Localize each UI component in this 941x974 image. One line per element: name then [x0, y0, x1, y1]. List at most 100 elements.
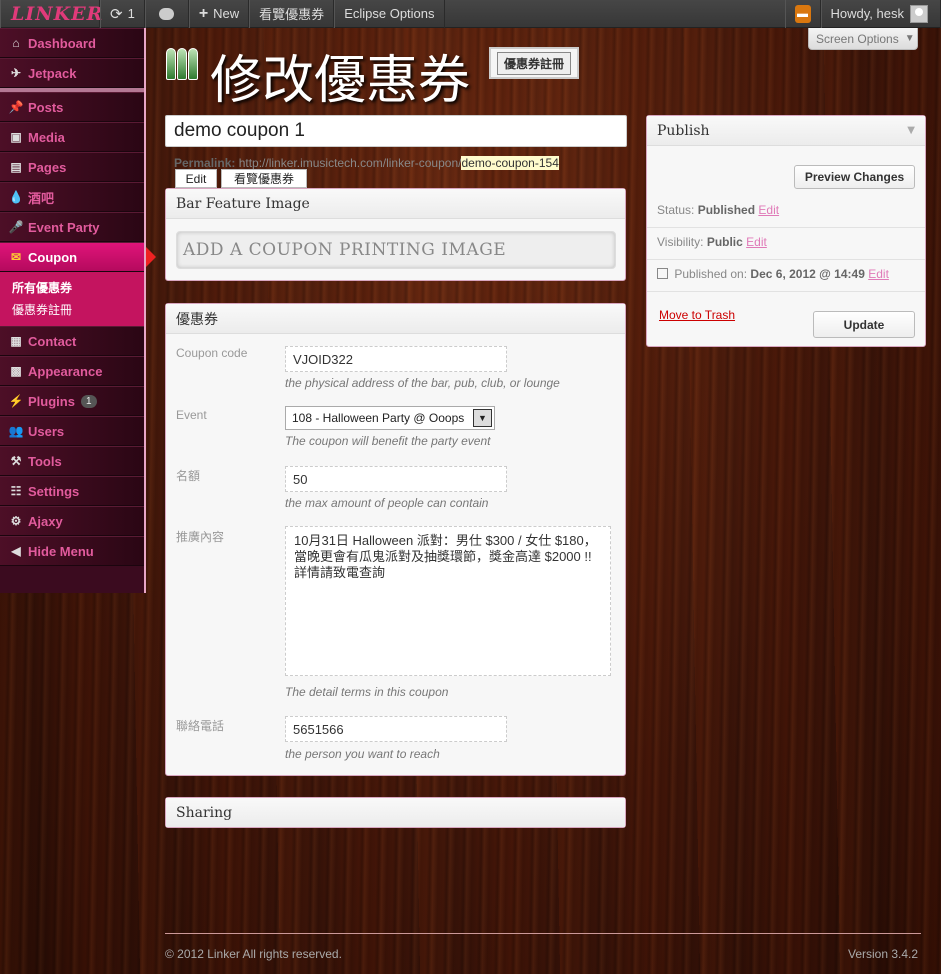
menu-item-tools[interactable]: ⚒ Tools — [0, 446, 144, 476]
refresh-icon: ⟳ — [110, 5, 123, 23]
menu-item-users[interactable]: 👥 Users — [0, 416, 144, 446]
menu-label: Coupon — [28, 249, 78, 265]
submenu-all-coupons[interactable]: 所有優惠券 — [12, 276, 144, 298]
menu-item-coupon[interactable]: ✉ Coupon — [0, 242, 156, 272]
add-new-label: 優惠券註冊 — [496, 51, 571, 75]
menu-item-bar[interactable]: 💧 酒吧 — [0, 182, 144, 212]
menu-label: Plugins — [28, 393, 75, 409]
post-title-input[interactable]: demo coupon 1 — [165, 115, 627, 147]
menu-item-hide-menu[interactable]: ◀ Hide Menu — [0, 536, 144, 566]
menu-label: Hide Menu — [28, 543, 94, 559]
published-edit-link[interactable]: Edit — [868, 267, 889, 281]
sharing-box[interactable]: Sharing — [165, 797, 626, 828]
menu-item-plugins[interactable]: ⚡ Plugins 1 — [0, 386, 144, 416]
preview-changes-button[interactable]: Preview Changes — [794, 165, 915, 189]
drop-icon: 💧 — [8, 190, 24, 204]
admin-menu: ⌂ Dashboard ✈ Jetpack 📌 Posts ▣ Media ▤ Pages… — [0, 28, 156, 593]
menu-label: Ajaxy — [28, 513, 63, 529]
phone-label: 聯絡電話 — [176, 719, 225, 733]
visibility-edit-link[interactable]: Edit — [746, 235, 767, 249]
coupon-code-input[interactable]: VJOID322 — [285, 346, 507, 372]
media-icon: ▣ — [10, 130, 22, 144]
bottles-icon — [166, 48, 198, 80]
eclipse-options-link[interactable]: Eclipse Options — [334, 0, 445, 28]
new-label: New — [213, 6, 240, 21]
coupon-submenu: 所有優惠券 優惠券註冊 — [0, 272, 144, 326]
menu-label: Users — [28, 423, 65, 439]
menu-item-pages[interactable]: ▤ Pages — [0, 152, 144, 182]
visibility-label: Visibility: — [657, 235, 704, 249]
submenu-register-coupon[interactable]: 優惠券註冊 — [12, 298, 144, 320]
page-title: 修改優惠券 — [210, 51, 471, 111]
eclipse-options-label: Eclipse Options — [344, 6, 435, 21]
menu-item-media[interactable]: ▣ Media — [0, 122, 144, 152]
menu-label: Jetpack — [28, 65, 77, 81]
hide-icon: ◀ — [11, 544, 21, 558]
menu-item-appearance[interactable]: ▩ Appearance — [0, 356, 144, 386]
add-coupon-image-button[interactable]: ADD A COUPON PRINTING IMAGE — [176, 231, 616, 269]
menu-item-dashboard[interactable]: ⌂ Dashboard — [0, 28, 144, 58]
phone-input[interactable]: 5651566 — [285, 716, 507, 742]
event-select[interactable]: 108 - Halloween Party @ Ooops ▼ — [285, 406, 495, 430]
view-coupon-link[interactable]: 看覽優惠券 — [249, 0, 335, 28]
event-hint: The coupon will benefit the party event — [285, 434, 491, 448]
edit-permalink-button[interactable]: Edit — [175, 169, 217, 188]
move-to-trash-link[interactable]: Move to Trash — [659, 308, 735, 322]
permalink-base[interactable]: http://linker.imusictech.com/linker-coup… — [239, 156, 462, 170]
new-content-button[interactable]: + New — [188, 0, 250, 28]
menu-label: Pages — [28, 159, 67, 175]
notification-button[interactable]: ▬ — [784, 0, 821, 28]
menu-label: Media — [28, 129, 65, 145]
chevron-down-icon: ▼ — [907, 125, 915, 136]
menu-label: Contact — [28, 333, 77, 349]
publish-title: Publish — [657, 122, 710, 139]
menu-item-event-party[interactable]: 🎤 Event Party — [0, 212, 144, 242]
screen-options-button[interactable]: Screen Options ▼ — [808, 28, 918, 50]
view-coupon-button[interactable]: 看覽優惠券 — [221, 169, 307, 188]
calendar-icon — [657, 268, 668, 279]
comments-button[interactable] — [144, 0, 189, 28]
account-menu[interactable]: Howdy, hesk — [820, 0, 941, 28]
event-selected-value: 108 - Halloween Party @ Ooops — [292, 411, 465, 425]
detail-label: 推廣內容 — [176, 530, 225, 544]
quota-input[interactable]: 50 — [285, 466, 507, 492]
footer-version: Version 3.4.2 — [848, 947, 919, 961]
status-edit-link[interactable]: Edit — [758, 203, 779, 217]
pages-icon: ▤ — [10, 160, 22, 174]
menu-label: Settings — [28, 483, 80, 499]
footer-copyright: © 2012 Linker All rights reserved. — [165, 947, 342, 961]
menu-item-settings[interactable]: ☷ Settings — [0, 476, 144, 506]
notification-icon: ▬ — [794, 4, 811, 23]
permalink-slug[interactable]: demo-coupon-154 — [461, 156, 559, 170]
avatar — [910, 4, 928, 23]
updates-button[interactable]: ⟳ 1 — [100, 0, 145, 28]
detail-textarea[interactable]: 10月31日 Halloween 派對：男仕 $300 / 女仕 $180，當晚… — [285, 526, 611, 676]
publish-box-header[interactable]: Publish ▼ — [647, 116, 925, 146]
update-button[interactable]: Update — [813, 311, 915, 338]
screen-options-label: Screen Options — [816, 31, 899, 46]
plus-icon: + — [198, 4, 209, 22]
quota-label: 名額 — [176, 469, 201, 483]
site-logo[interactable]: LINKER — [0, 0, 102, 28]
menu-item-ajaxy[interactable]: ⚙ Ajaxy — [0, 506, 144, 536]
quota-hint: the max amount of people can contain — [285, 496, 489, 510]
event-label: Event — [176, 408, 207, 422]
updates-count: 1 — [127, 6, 135, 21]
menu-label: Tools — [28, 453, 62, 469]
menu-item-jetpack[interactable]: ✈ Jetpack — [0, 58, 144, 88]
menu-item-contact[interactable]: ▦ Contact — [0, 326, 144, 356]
permalink: Permalink: http://linker.imusictech.com/… — [174, 156, 559, 170]
menu-label: Appearance — [28, 363, 103, 379]
divider — [647, 259, 925, 260]
feature-image-box-title: Bar Feature Image — [166, 189, 625, 219]
users-icon: 👥 — [8, 424, 24, 438]
coupon-code-hint: the physical address of the bar, pub, cl… — [285, 376, 560, 390]
menu-item-posts[interactable]: 📌 Posts — [0, 92, 144, 122]
menu-label: Posts — [28, 99, 64, 115]
menu-label: 酒吧 — [28, 190, 55, 206]
plugins-count-badge: 1 — [80, 394, 97, 408]
detail-hint: The detail terms in this coupon — [285, 685, 449, 699]
add-new-coupon-button[interactable]: 優惠券註冊 — [489, 47, 579, 79]
plug-icon: ⚡ — [8, 394, 24, 408]
howdy-text: Howdy, hesk — [830, 6, 904, 21]
